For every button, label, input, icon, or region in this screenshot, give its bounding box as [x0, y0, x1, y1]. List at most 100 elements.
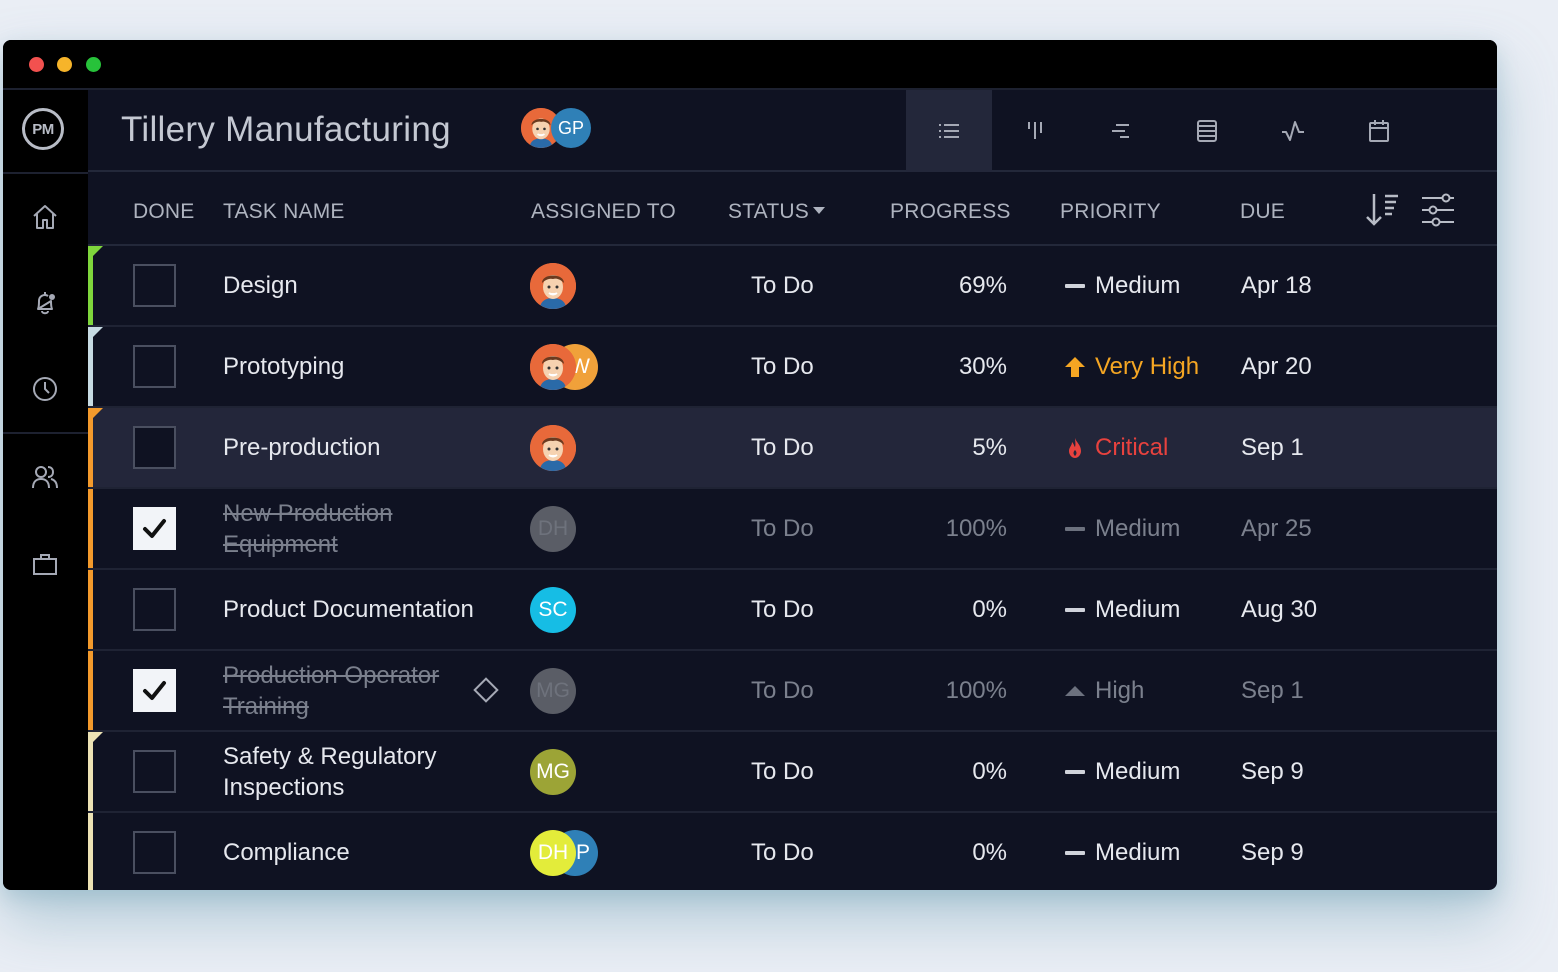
assignee-avatar-initials[interactable]: DH [530, 506, 576, 552]
minimize-window-button[interactable] [57, 57, 72, 72]
column-header-done[interactable]: DONE [133, 200, 194, 224]
member-avatar-gp[interactable]: GP [551, 108, 591, 148]
task-done-checkbox[interactable] [133, 750, 176, 793]
maximize-window-button[interactable] [86, 57, 101, 72]
task-due-date[interactable]: Apr 20 [1241, 327, 1312, 406]
task-priority[interactable]: Medium [1063, 732, 1180, 811]
column-header-progress[interactable]: PROGRESS [890, 200, 1011, 224]
assignee-avatar-initials[interactable]: SC [530, 587, 576, 633]
task-name[interactable]: Safety & Regulatory Inspections [223, 732, 483, 811]
column-header-due[interactable]: DUE [1240, 200, 1285, 224]
task-progress[interactable]: 30% [959, 327, 1007, 406]
task-status[interactable]: To Do [751, 327, 814, 406]
task-progress[interactable]: 0% [972, 813, 1007, 890]
task-priority[interactable]: Medium [1063, 813, 1180, 890]
task-row[interactable]: Pre-production To Do 5% Critical Sep 1 [88, 408, 1497, 489]
task-assignees[interactable]: MG [530, 749, 650, 795]
task-status[interactable]: To Do [751, 732, 814, 811]
gantt-view-tab[interactable] [1078, 90, 1164, 172]
sidebar-item-portfolio[interactable] [30, 549, 60, 579]
task-status[interactable]: To Do [751, 651, 814, 730]
assignee-avatar-initials[interactable]: MG [530, 668, 576, 714]
assignee-avatar-initials[interactable]: MG [530, 749, 576, 795]
dashboard-view-tab[interactable] [1250, 90, 1336, 172]
task-due-date[interactable]: Apr 18 [1241, 246, 1312, 325]
task-assignees[interactable]: W [530, 344, 650, 390]
task-due-date[interactable]: Aug 30 [1241, 570, 1317, 649]
task-assignees[interactable]: DH P [530, 830, 650, 876]
assignee-avatar-photo[interactable] [530, 344, 576, 390]
filter-settings-button[interactable] [1418, 190, 1458, 235]
task-name[interactable]: New Production Equipment [223, 489, 483, 568]
task-name[interactable]: Prototyping [223, 327, 483, 406]
priority-label: Medium [1095, 757, 1181, 785]
task-assignees[interactable]: MG [530, 668, 650, 714]
task-status[interactable]: To Do [751, 489, 814, 568]
task-progress[interactable]: 100% [946, 651, 1007, 730]
assignee-avatar-photo[interactable] [530, 425, 576, 471]
task-name[interactable]: Pre-production [223, 408, 483, 487]
task-row[interactable]: Production Operator Training MG To Do 10… [88, 651, 1497, 732]
task-assignees[interactable] [530, 425, 650, 471]
task-done-checkbox[interactable] [133, 507, 176, 550]
task-progress[interactable]: 5% [972, 408, 1007, 487]
task-done-checkbox[interactable] [133, 426, 176, 469]
task-priority[interactable]: Critical [1063, 408, 1168, 487]
task-status[interactable]: To Do [751, 813, 814, 890]
task-name[interactable]: Design [223, 246, 483, 325]
sort-button[interactable] [1364, 190, 1404, 235]
project-members[interactable]: GP [521, 108, 601, 150]
task-due-date[interactable]: Sep 9 [1241, 732, 1304, 811]
sidebar-item-home[interactable] [30, 202, 60, 232]
task-name[interactable]: Compliance [223, 813, 483, 890]
task-assignees[interactable]: DH [530, 506, 650, 552]
pm-logo[interactable]: PM [22, 108, 64, 150]
task-due-date[interactable]: Sep 1 [1241, 651, 1304, 730]
sidebar-item-team[interactable] [30, 462, 60, 492]
close-window-button[interactable] [29, 57, 44, 72]
task-priority[interactable]: Medium [1063, 570, 1180, 649]
sidebar-item-recent[interactable] [30, 374, 60, 404]
sidebar-item-notifications[interactable] [30, 288, 60, 318]
task-row[interactable]: Compliance DH P To Do 0% Medium Sep 9 [88, 813, 1497, 890]
task-name[interactable]: Product Documentation [223, 570, 483, 649]
sheet-view-tab[interactable] [1164, 90, 1250, 172]
task-done-checkbox[interactable] [133, 264, 176, 307]
calendar-view-tab[interactable] [1336, 90, 1422, 172]
task-done-checkbox[interactable] [133, 345, 176, 388]
task-done-checkbox[interactable] [133, 588, 176, 631]
task-status[interactable]: To Do [751, 570, 814, 649]
task-due-date[interactable]: Sep 9 [1241, 813, 1304, 890]
task-row[interactable]: Product Documentation SC To Do 0% Medium… [88, 570, 1497, 651]
task-status[interactable]: To Do [751, 408, 814, 487]
task-progress[interactable]: 69% [959, 246, 1007, 325]
task-done-checkbox[interactable] [133, 669, 176, 712]
assignee-avatar-photo[interactable] [530, 263, 576, 309]
column-header-status[interactable]: STATUS [728, 200, 825, 224]
task-row[interactable]: New Production Equipment DH To Do 100% M… [88, 489, 1497, 570]
task-row[interactable]: Safety & Regulatory Inspections MG To Do… [88, 732, 1497, 813]
column-header-assigned-to[interactable]: ASSIGNED TO [531, 200, 676, 224]
board-view-tab[interactable] [992, 90, 1078, 172]
task-progress[interactable]: 0% [972, 570, 1007, 649]
task-progress[interactable]: 0% [972, 732, 1007, 811]
task-name[interactable]: Production Operator Training [223, 651, 483, 730]
sidebar-divider [3, 172, 88, 174]
assignee-avatar-initials[interactable]: DH [530, 830, 576, 876]
column-header-priority[interactable]: PRIORITY [1060, 200, 1161, 224]
list-view-tab[interactable] [906, 90, 992, 172]
task-progress[interactable]: 100% [946, 489, 1007, 568]
task-assignees[interactable]: SC [530, 587, 650, 633]
task-row[interactable]: Design To Do 69% Medium Apr 18 [88, 246, 1497, 327]
task-done-checkbox[interactable] [133, 831, 176, 874]
task-status[interactable]: To Do [751, 246, 814, 325]
task-due-date[interactable]: Apr 25 [1241, 489, 1312, 568]
column-header-task-name[interactable]: TASK NAME [223, 200, 345, 224]
task-priority[interactable]: Medium [1063, 489, 1180, 568]
task-priority[interactable]: Very High [1063, 327, 1199, 406]
task-due-date[interactable]: Sep 1 [1241, 408, 1304, 487]
task-priority[interactable]: Medium [1063, 246, 1180, 325]
task-assignees[interactable] [530, 263, 650, 309]
task-row[interactable]: Prototyping W To Do 30% Very High Apr 20 [88, 327, 1497, 408]
task-priority[interactable]: High [1063, 651, 1144, 730]
